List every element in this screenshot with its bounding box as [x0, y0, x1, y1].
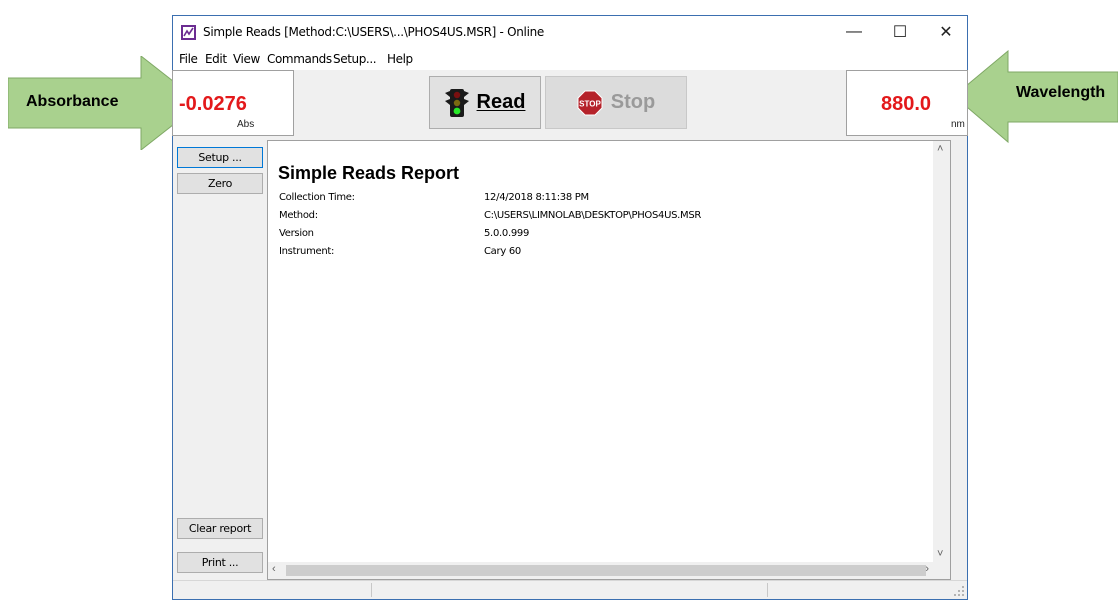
- scroll-down-icon[interactable]: ˅: [937, 548, 943, 560]
- scroll-up-icon[interactable]: ˄: [937, 143, 943, 155]
- read-button-label: Read: [476, 91, 526, 113]
- status-divider: [767, 583, 768, 597]
- report-label-method: Method:: [279, 210, 318, 221]
- clear-report-button[interactable]: Clear report: [177, 518, 263, 539]
- close-button[interactable]: ✕: [923, 16, 969, 48]
- title-bar: Simple Reads [Method:C:\USERS\...\PHOS4U…: [173, 16, 967, 48]
- status-bar: [173, 580, 967, 599]
- wavelength-unit: nm: [951, 119, 965, 130]
- menu-view[interactable]: View: [233, 52, 260, 66]
- stop-button[interactable]: STOP Stop: [545, 76, 687, 129]
- status-divider: [371, 583, 372, 597]
- read-button[interactable]: Read: [429, 76, 541, 129]
- report-title: Simple Reads Report: [278, 163, 460, 183]
- report-value-instrument: Cary 60: [484, 246, 521, 257]
- traffic-light-icon: [444, 88, 469, 117]
- app-icon: [181, 25, 196, 40]
- zero-button[interactable]: Zero: [177, 173, 263, 194]
- menu-edit[interactable]: Edit: [205, 52, 227, 66]
- menu-commands[interactable]: Commands: [267, 52, 332, 66]
- report-label-collection-time: Collection Time:: [279, 192, 355, 203]
- print-button[interactable]: Print ...: [177, 552, 263, 573]
- absorbance-readout: -0.0276 Abs: [172, 70, 294, 136]
- wavelength-callout: Wavelength: [952, 50, 1118, 144]
- scroll-left-icon[interactable]: ‹: [272, 563, 276, 575]
- menu-help[interactable]: Help: [387, 52, 413, 66]
- report-label-version: Version: [279, 228, 314, 239]
- stop-sign-icon: STOP: [577, 90, 603, 115]
- horizontal-scrollbar[interactable]: ‹ ›: [268, 562, 933, 579]
- menu-setup[interactable]: Setup...: [333, 52, 377, 66]
- horizontal-scroll-thumb[interactable]: [286, 565, 926, 576]
- setup-button[interactable]: Setup ...: [177, 147, 263, 168]
- scroll-right-icon[interactable]: ›: [925, 563, 929, 575]
- report-pane[interactable]: Simple Reads Report Collection Time: 12/…: [267, 140, 951, 580]
- absorbance-callout-label: Absorbance: [26, 93, 119, 110]
- report-value-version: 5.0.0.999: [484, 228, 530, 239]
- report-label-instrument: Instrument:: [279, 246, 335, 257]
- absorbance-value: -0.0276: [179, 93, 247, 115]
- wavelength-value: 880.0: [881, 93, 932, 115]
- vertical-scrollbar[interactable]: ˄ ˅: [933, 141, 950, 562]
- maximize-button[interactable]: ☐: [877, 16, 923, 48]
- absorbance-unit: Abs: [237, 119, 255, 130]
- menu-file[interactable]: File: [179, 52, 198, 66]
- window-title: Simple Reads [Method:C:\USERS\...\PHOS4U…: [203, 25, 544, 39]
- resize-grip-icon[interactable]: [953, 585, 965, 597]
- simple-reads-window: Simple Reads [Method:C:\USERS\...\PHOS4U…: [172, 15, 968, 600]
- minimize-button[interactable]: —: [831, 16, 877, 48]
- report-value-method: C:\USERS\LIMNOLAB\DESKTOP\PHOS4US.MSR: [484, 210, 702, 221]
- wavelength-readout: 880.0 nm: [846, 70, 968, 136]
- wavelength-callout-label: Wavelength: [1016, 84, 1106, 101]
- scroll-corner: [933, 562, 950, 579]
- stop-button-label: Stop: [610, 91, 656, 113]
- report-value-collection-time: 12/4/2018 8:11:38 PM: [484, 192, 589, 203]
- stop-sign-text: STOP: [579, 99, 601, 108]
- toolbar: -0.0276 Abs Read STOP Stop 880.0 nm: [172, 70, 968, 138]
- menu-bar: File Edit View Commands Setup... Help: [173, 48, 967, 70]
